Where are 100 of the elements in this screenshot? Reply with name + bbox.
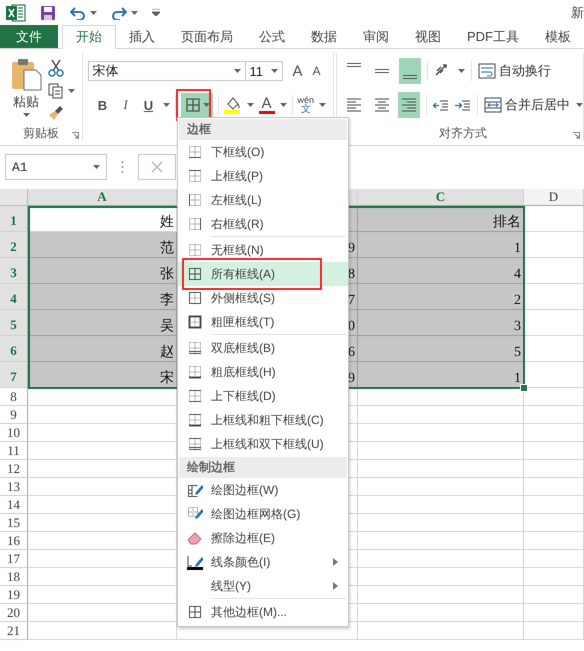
menu-item[interactable]: 左框线(L) — [178, 188, 348, 212]
font-color-button[interactable]: A — [261, 96, 272, 110]
row-header[interactable]: 18 — [0, 568, 28, 586]
row-header[interactable]: 8 — [0, 388, 28, 406]
row-header[interactable]: 9 — [0, 406, 28, 424]
row-header[interactable]: 4 — [0, 284, 28, 310]
ribbon-tab[interactable]: 视图 — [402, 25, 454, 48]
paste-button[interactable]: 粘贴 — [13, 93, 39, 111]
row-header[interactable]: 1 — [0, 206, 28, 232]
caret-icon[interactable] — [68, 89, 75, 93]
increase-font-button[interactable]: A — [292, 62, 303, 80]
ribbon-tab[interactable]: 数据 — [298, 25, 350, 48]
row-header[interactable]: 5 — [0, 310, 28, 336]
menu-item[interactable]: 下框线(O) — [178, 140, 348, 164]
menu-item[interactable]: 外侧框线(S) — [178, 286, 348, 310]
save-icon[interactable] — [40, 4, 56, 20]
row-header[interactable]: 10 — [0, 424, 28, 442]
menu-item[interactable]: 双底框线(B) — [178, 336, 348, 360]
ribbon-tab[interactable]: 公式 — [246, 25, 298, 48]
menu-item[interactable]: 粗底框线(H) — [178, 360, 348, 384]
menu-item[interactable]: 其他边框(M)... — [178, 600, 348, 624]
table-cell: 2 — [358, 284, 524, 310]
column-header[interactable]: C — [358, 189, 524, 206]
caret-icon[interactable] — [162, 103, 170, 107]
menu-item[interactable]: 线条颜色(I) — [178, 550, 348, 574]
menu-item[interactable]: 粗匣框线(T) — [178, 310, 348, 334]
ribbon-tab[interactable]: PDF工具 — [454, 25, 532, 48]
scissors-icon[interactable] — [48, 59, 64, 77]
drag-handle-icon[interactable] — [121, 160, 124, 174]
merge-center-button[interactable]: 合并后居中 — [484, 96, 570, 114]
row-header[interactable]: 21 — [0, 622, 28, 640]
caret-icon[interactable] — [319, 103, 326, 107]
customize-toolbar-icon[interactable] — [152, 9, 160, 16]
caret-icon[interactable] — [131, 10, 138, 14]
bold-button[interactable]: B — [94, 98, 112, 112]
caret-icon[interactable] — [576, 103, 583, 107]
row-header[interactable]: 7 — [0, 362, 28, 388]
italic-button[interactable]: I — [116, 97, 134, 113]
align-right-button[interactable] — [398, 92, 420, 118]
row-header[interactable]: 19 — [0, 586, 28, 604]
menu-item[interactable]: 上框线和粗下框线(C) — [178, 408, 348, 432]
format-painter-icon[interactable] — [48, 105, 64, 121]
caret-icon[interactable] — [202, 103, 210, 107]
row-header[interactable]: 20 — [0, 604, 28, 622]
copy-icon[interactable] — [48, 83, 64, 99]
font-name-field[interactable]: 宋体 — [88, 61, 246, 81]
increase-indent-icon[interactable] — [455, 98, 471, 112]
underline-button[interactable]: U — [140, 98, 158, 112]
row-header[interactable]: 15 — [0, 514, 28, 532]
ribbon-tab[interactable]: 模板 — [532, 25, 584, 48]
table-cell: 范 — [28, 232, 177, 258]
menu-item[interactable]: 上框线和双下框线(U) — [178, 432, 348, 456]
spreadsheet-logo-icon[interactable] — [6, 4, 26, 22]
caret-icon[interactable] — [280, 103, 286, 107]
clipboard-icon[interactable] — [10, 57, 42, 91]
ribbon-tab[interactable]: 审阅 — [350, 25, 402, 48]
caret-icon[interactable] — [270, 69, 278, 73]
ribbon-tab[interactable]: 页面布局 — [168, 25, 246, 48]
menu-item[interactable]: 擦除边框(E) — [178, 526, 348, 550]
border-icon — [188, 145, 202, 159]
dialog-launcher-icon[interactable] — [72, 132, 78, 139]
menu-item[interactable]: 所有框线(A) — [178, 262, 348, 286]
font-size-field[interactable]: 11 — [244, 61, 282, 81]
ribbon-tab[interactable]: 文件 — [0, 25, 58, 48]
column-header[interactable]: A — [28, 189, 177, 206]
ribbon-tab[interactable]: 插入 — [116, 25, 168, 48]
fill-color-icon[interactable] — [224, 96, 242, 114]
menu-item[interactable]: 绘图边框(W) — [178, 478, 348, 502]
fill-handle[interactable] — [520, 384, 528, 392]
ribbon-tab[interactable]: 开始 — [62, 25, 116, 49]
row-header[interactable]: 12 — [0, 460, 28, 478]
caret-icon[interactable] — [246, 103, 254, 107]
caret-icon[interactable] — [22, 113, 30, 117]
row-header[interactable]: 2 — [0, 232, 28, 258]
decrease-indent-icon[interactable] — [433, 98, 449, 112]
wrap-text-button[interactable]: 自动换行 — [478, 62, 551, 80]
dialog-launcher-icon[interactable] — [573, 132, 580, 139]
row-header[interactable]: 3 — [0, 258, 28, 284]
row-header[interactable]: 16 — [0, 532, 28, 550]
row-header[interactable]: 17 — [0, 550, 28, 568]
table-cell — [524, 460, 584, 478]
align-bottom-button[interactable] — [399, 58, 421, 84]
redo-icon[interactable] — [111, 6, 127, 20]
menu-item[interactable]: 绘图边框网格(G) — [178, 502, 348, 526]
row-header[interactable]: 11 — [0, 442, 28, 460]
caret-icon[interactable] — [458, 69, 465, 73]
row-header[interactable]: 13 — [0, 478, 28, 496]
caret-icon[interactable] — [93, 165, 100, 169]
row-header[interactable]: 14 — [0, 496, 28, 514]
row-header[interactable]: 6 — [0, 336, 28, 362]
menu-item[interactable]: 线型(Y) — [178, 574, 348, 598]
column-header[interactable]: D — [524, 189, 584, 206]
caret-icon[interactable] — [90, 10, 97, 14]
decrease-font-button[interactable]: A — [312, 64, 321, 78]
borders-button[interactable] — [180, 93, 212, 117]
phonetic-button[interactable]: wén 文 — [298, 95, 314, 115]
menu-item[interactable]: 上框线(P) — [178, 164, 348, 188]
name-box[interactable]: A1 — [5, 154, 107, 180]
undo-icon[interactable] — [70, 6, 86, 20]
caret-icon[interactable] — [234, 69, 240, 73]
